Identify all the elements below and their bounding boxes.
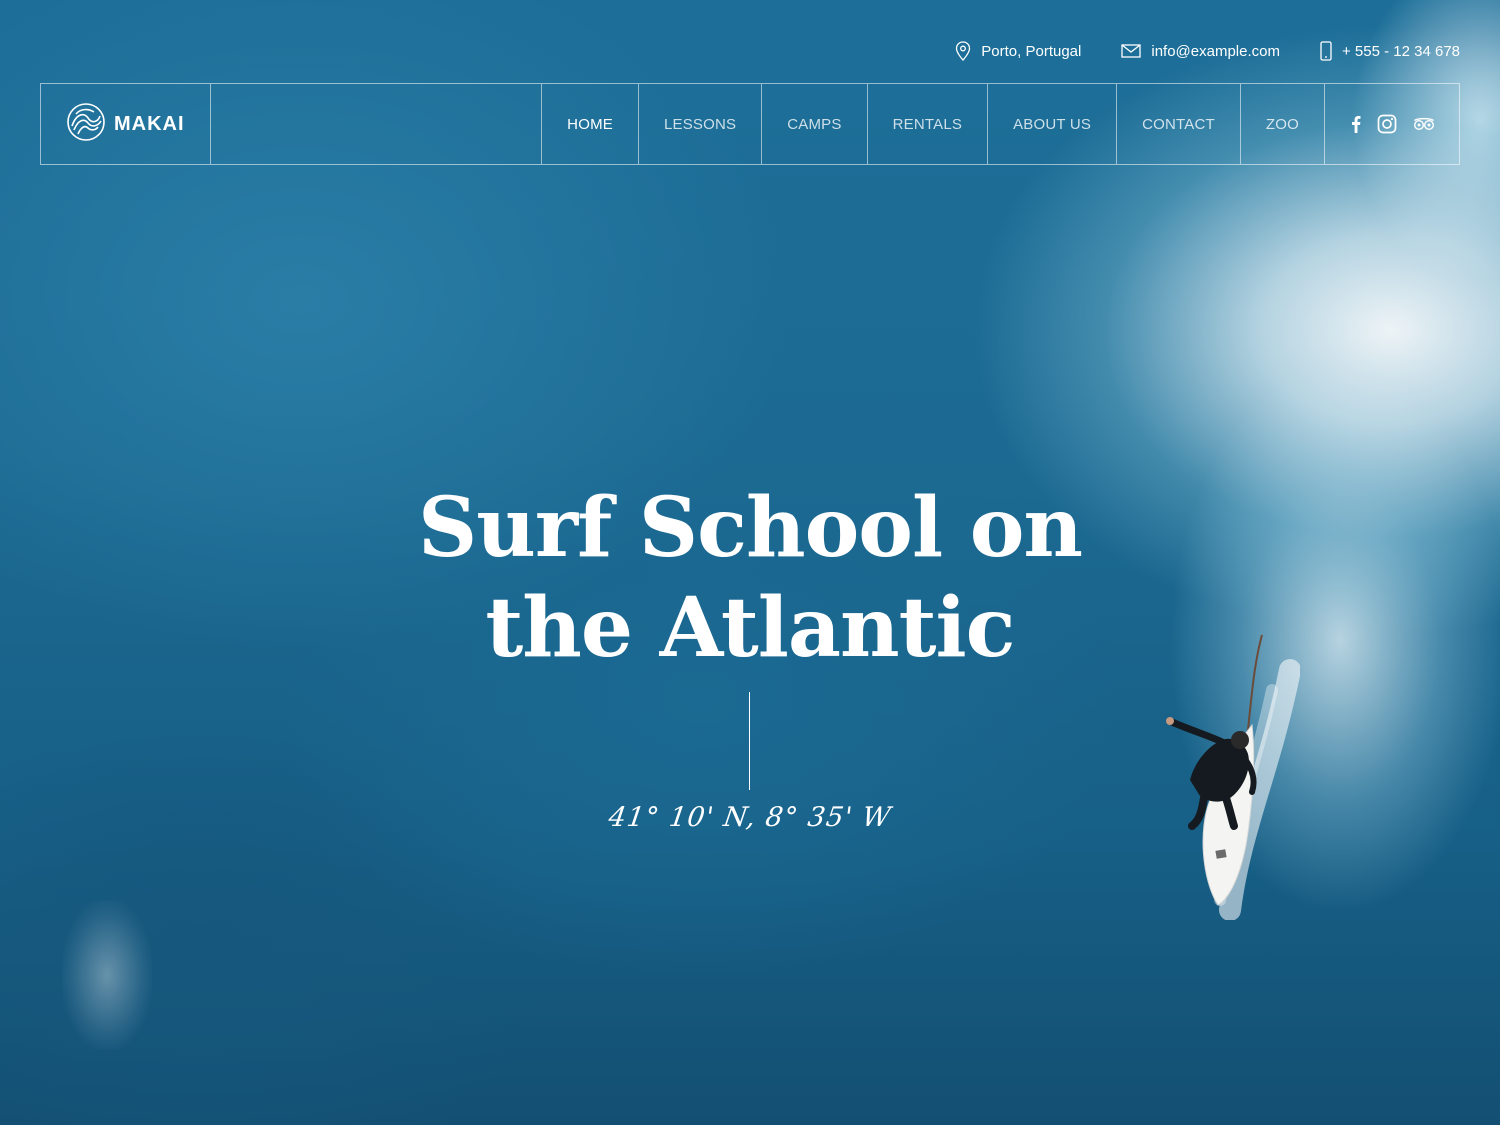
main-nav: HOME LESSONS CAMPS RENTALS ABOUT US CONT… xyxy=(542,84,1325,164)
nav-item-lessons[interactable]: LESSONS xyxy=(639,84,763,164)
email-text[interactable]: info@example.com xyxy=(1151,43,1280,60)
nav-item-camps[interactable]: CAMPS xyxy=(762,84,868,164)
social-links xyxy=(1325,84,1459,164)
tripadvisor-icon[interactable] xyxy=(1413,117,1435,131)
foam-patch xyxy=(62,900,152,1050)
envelope-icon xyxy=(1121,44,1142,58)
nav-item-rentals[interactable]: RENTALS xyxy=(868,84,989,164)
phone-info[interactable]: + 555 - 12 34 678 xyxy=(1320,41,1460,61)
logo[interactable]: MAKAI xyxy=(41,84,211,164)
nav-item-contact[interactable]: CONTACT xyxy=(1117,84,1241,164)
nav-item-about-us[interactable]: ABOUT US xyxy=(988,84,1118,164)
location-info: Porto, Portugal xyxy=(955,41,1081,61)
brand-name: MAKAI xyxy=(114,112,185,135)
surfer-image xyxy=(1160,630,1301,925)
header-spacer xyxy=(211,84,543,164)
email-info[interactable]: info@example.com xyxy=(1121,43,1280,60)
site-header: MAKAI HOME LESSONS CAMPS RENTALS ABOUT U… xyxy=(40,83,1460,165)
contact-bar: Porto, Portugal info@example.com + 555 -… xyxy=(955,38,1460,64)
phone-icon xyxy=(1320,41,1332,61)
hero-title-line-2: the Atlantic xyxy=(485,580,1015,676)
phone-text[interactable]: + 555 - 12 34 678 xyxy=(1342,43,1460,60)
vertical-divider xyxy=(749,692,750,790)
facebook-icon[interactable] xyxy=(1351,115,1361,133)
hero-title-line-1: Surf School on xyxy=(417,480,1083,576)
map-pin-icon xyxy=(955,41,971,61)
nav-item-home[interactable]: HOME xyxy=(542,84,639,164)
hero-title: Surf School on the Atlantic xyxy=(300,478,1200,678)
location-text: Porto, Portugal xyxy=(981,42,1082,60)
coordinates-signature: 41° 10' N, 8° 35' W xyxy=(606,802,894,833)
wave-logo-icon xyxy=(66,102,106,147)
nav-item-zoo[interactable]: ZOO xyxy=(1241,84,1325,164)
instagram-icon[interactable] xyxy=(1377,114,1397,134)
